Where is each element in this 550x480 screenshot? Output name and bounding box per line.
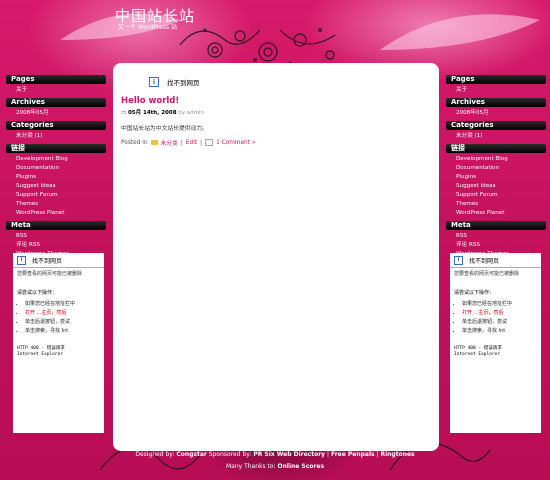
info-icon: i bbox=[454, 255, 463, 265]
widget-title: Pages bbox=[446, 75, 546, 84]
post-body: 中国站长站为中文站长提供动力。 bbox=[121, 126, 208, 132]
error-frame-right[interactable]: i 找不到网页 您要查看的网页可能已被删除 请尝试以下操作： 如果您已经在地址栏… bbox=[450, 253, 541, 433]
widget-pages: Pages 关于 bbox=[446, 75, 546, 95]
widget-categories: Categories 未分类 (1) bbox=[6, 121, 106, 141]
widget-title: Pages bbox=[6, 75, 106, 84]
error-step: 单击后退按钮，尝试 bbox=[462, 318, 541, 325]
widget-title: Archives bbox=[446, 98, 546, 107]
post-meta: ▭ 05月 14th, 2008 by admin bbox=[121, 108, 204, 116]
error-title: 找不到网页 bbox=[32, 257, 63, 265]
widget-title: Meta bbox=[6, 221, 106, 230]
sidebar-item-category[interactable]: 未分类 (1) bbox=[456, 132, 546, 141]
sidebar-item-archive[interactable]: 2008年05月 bbox=[456, 109, 546, 118]
widget-title: Archives bbox=[6, 98, 106, 107]
footer-thanks: Many Thanks to: Online Scores bbox=[0, 463, 550, 470]
separator: | bbox=[376, 451, 379, 458]
sidebar-link[interactable]: Documentation bbox=[16, 164, 106, 173]
widget-title: Meta bbox=[446, 221, 546, 230]
separator: | bbox=[200, 139, 203, 146]
error-try-label: 请尝试以下操作： bbox=[454, 290, 495, 296]
main-content: i 找不到网页 Hello world! ▭ 05月 14th, 2008 by… bbox=[113, 63, 439, 451]
right-sidebar: Pages 关于 Archives 2008年05月 Categories 未分… bbox=[446, 72, 546, 259]
frame-header: i 找不到网页 bbox=[149, 77, 200, 87]
separator: | bbox=[180, 139, 183, 146]
sidebar-link[interactable]: Themes bbox=[16, 200, 106, 209]
sidebar-link[interactable]: WordPress Planet bbox=[456, 209, 546, 218]
post-footer: Posted in 未分类 | Edit | 1 Comment » bbox=[121, 138, 255, 147]
sidebar-item-about[interactable]: 关于 bbox=[456, 86, 546, 95]
frame-title: 找不到网页 bbox=[167, 79, 200, 87]
widget-archives: Archives 2008年05月 bbox=[6, 98, 106, 118]
error-frame-left[interactable]: i 找不到网页 您要查看的网页可能已被删除 请尝试以下操作： 如果您已经在地址栏… bbox=[13, 253, 104, 433]
widget-title: 链接 bbox=[6, 144, 106, 153]
footer-credits: Designed by: Congstar Sponsored by: PR S… bbox=[0, 451, 550, 458]
sidebar-link[interactable]: WordPress Planet bbox=[16, 209, 106, 218]
post-author: by admin bbox=[178, 110, 205, 116]
folder-icon bbox=[150, 140, 158, 145]
posted-in-label: Posted in bbox=[121, 139, 148, 146]
error-try-label: 请尝试以下操作： bbox=[17, 290, 58, 296]
error-step: 如果您已经在地址栏中 bbox=[25, 300, 104, 307]
designer-link[interactable]: Congstar bbox=[176, 451, 207, 458]
sidebar-link[interactable]: Development Blog bbox=[16, 155, 106, 164]
error-title: 找不到网页 bbox=[469, 257, 500, 265]
sponsor-link[interactable]: Free Penpals bbox=[331, 451, 375, 458]
sidebar-link[interactable]: Plugins bbox=[16, 173, 106, 182]
error-browser: Internet Explorer bbox=[17, 352, 64, 357]
error-browser: Internet Explorer bbox=[454, 352, 501, 357]
thanks-label: Many Thanks to: bbox=[225, 463, 276, 470]
sidebar-link[interactable]: 评论 RSS bbox=[456, 241, 546, 250]
sidebar-link[interactable]: Themes bbox=[456, 200, 546, 209]
sidebar-link[interactable]: RSS bbox=[456, 232, 546, 241]
comments-link[interactable]: 1 Comment » bbox=[216, 140, 255, 146]
sidebar-link[interactable]: RSS bbox=[16, 232, 106, 241]
thanks-link[interactable]: Online Scores bbox=[278, 463, 325, 470]
sidebar-link[interactable]: Support Forum bbox=[16, 191, 106, 200]
sponsor-link[interactable]: Ringtones bbox=[380, 451, 414, 458]
widget-pages: Pages 关于 bbox=[6, 75, 106, 95]
sponsor-link[interactable]: PR Six Web Directory bbox=[253, 451, 325, 458]
edit-link[interactable]: Edit bbox=[186, 140, 197, 146]
error-step: 单击后退按钮，尝试 bbox=[25, 318, 104, 325]
error-subtitle: 您要查看的网页可能已被删除 bbox=[13, 267, 104, 277]
widget-title: Categories bbox=[6, 121, 106, 130]
error-step[interactable]: 打开 ...主页，然后 bbox=[462, 309, 541, 316]
sidebar-link[interactable]: Support Forum bbox=[456, 191, 546, 200]
site-description: 又一个 WordPress 站 bbox=[118, 24, 178, 31]
widget-title: 链接 bbox=[446, 144, 546, 153]
error-step: 单击搜索，寻找 Int bbox=[25, 327, 104, 334]
comment-icon bbox=[205, 139, 214, 146]
category-link[interactable]: 未分类 bbox=[161, 138, 178, 147]
calendar-icon: ▭ bbox=[121, 110, 127, 116]
widget-links: 链接 Development Blog Documentation Plugin… bbox=[6, 144, 106, 218]
error-step: 如果您已经在地址栏中 bbox=[462, 300, 541, 307]
info-icon: i bbox=[17, 255, 26, 265]
designed-by-label: Designed by: bbox=[135, 451, 175, 458]
left-sidebar: Pages 关于 Archives 2008年05月 Categories 未分… bbox=[6, 72, 106, 259]
widget-categories: Categories 未分类 (1) bbox=[446, 121, 546, 141]
post-date: 05月 14th, 2008 bbox=[127, 110, 177, 116]
info-icon: i bbox=[149, 77, 159, 87]
error-step: 单击搜索，寻找 Int bbox=[462, 327, 541, 334]
sidebar-link[interactable]: Development Blog bbox=[456, 155, 546, 164]
sidebar-link[interactable]: Suggest Ideas bbox=[16, 182, 106, 191]
widget-archives: Archives 2008年05月 bbox=[446, 98, 546, 118]
sidebar-item-archive[interactable]: 2008年05月 bbox=[16, 109, 106, 118]
widget-title: Categories bbox=[446, 121, 546, 130]
post-title[interactable]: Hello world! bbox=[121, 96, 179, 106]
sidebar-item-category[interactable]: 未分类 (1) bbox=[16, 132, 106, 141]
error-subtitle: 您要查看的网页可能已被删除 bbox=[450, 267, 541, 277]
widget-links: 链接 Development Blog Documentation Plugin… bbox=[446, 144, 546, 218]
separator: | bbox=[327, 451, 330, 458]
sidebar-item-about[interactable]: 关于 bbox=[16, 86, 106, 95]
sidebar-link[interactable]: Plugins bbox=[456, 173, 546, 182]
sidebar-link[interactable]: Documentation bbox=[456, 164, 546, 173]
sponsored-by-label: Sponsored by: bbox=[208, 451, 252, 458]
sidebar-link[interactable]: 评论 RSS bbox=[16, 241, 106, 250]
error-step[interactable]: 打开 ...主页，然后 bbox=[25, 309, 104, 316]
sidebar-link[interactable]: Suggest Ideas bbox=[456, 182, 546, 191]
